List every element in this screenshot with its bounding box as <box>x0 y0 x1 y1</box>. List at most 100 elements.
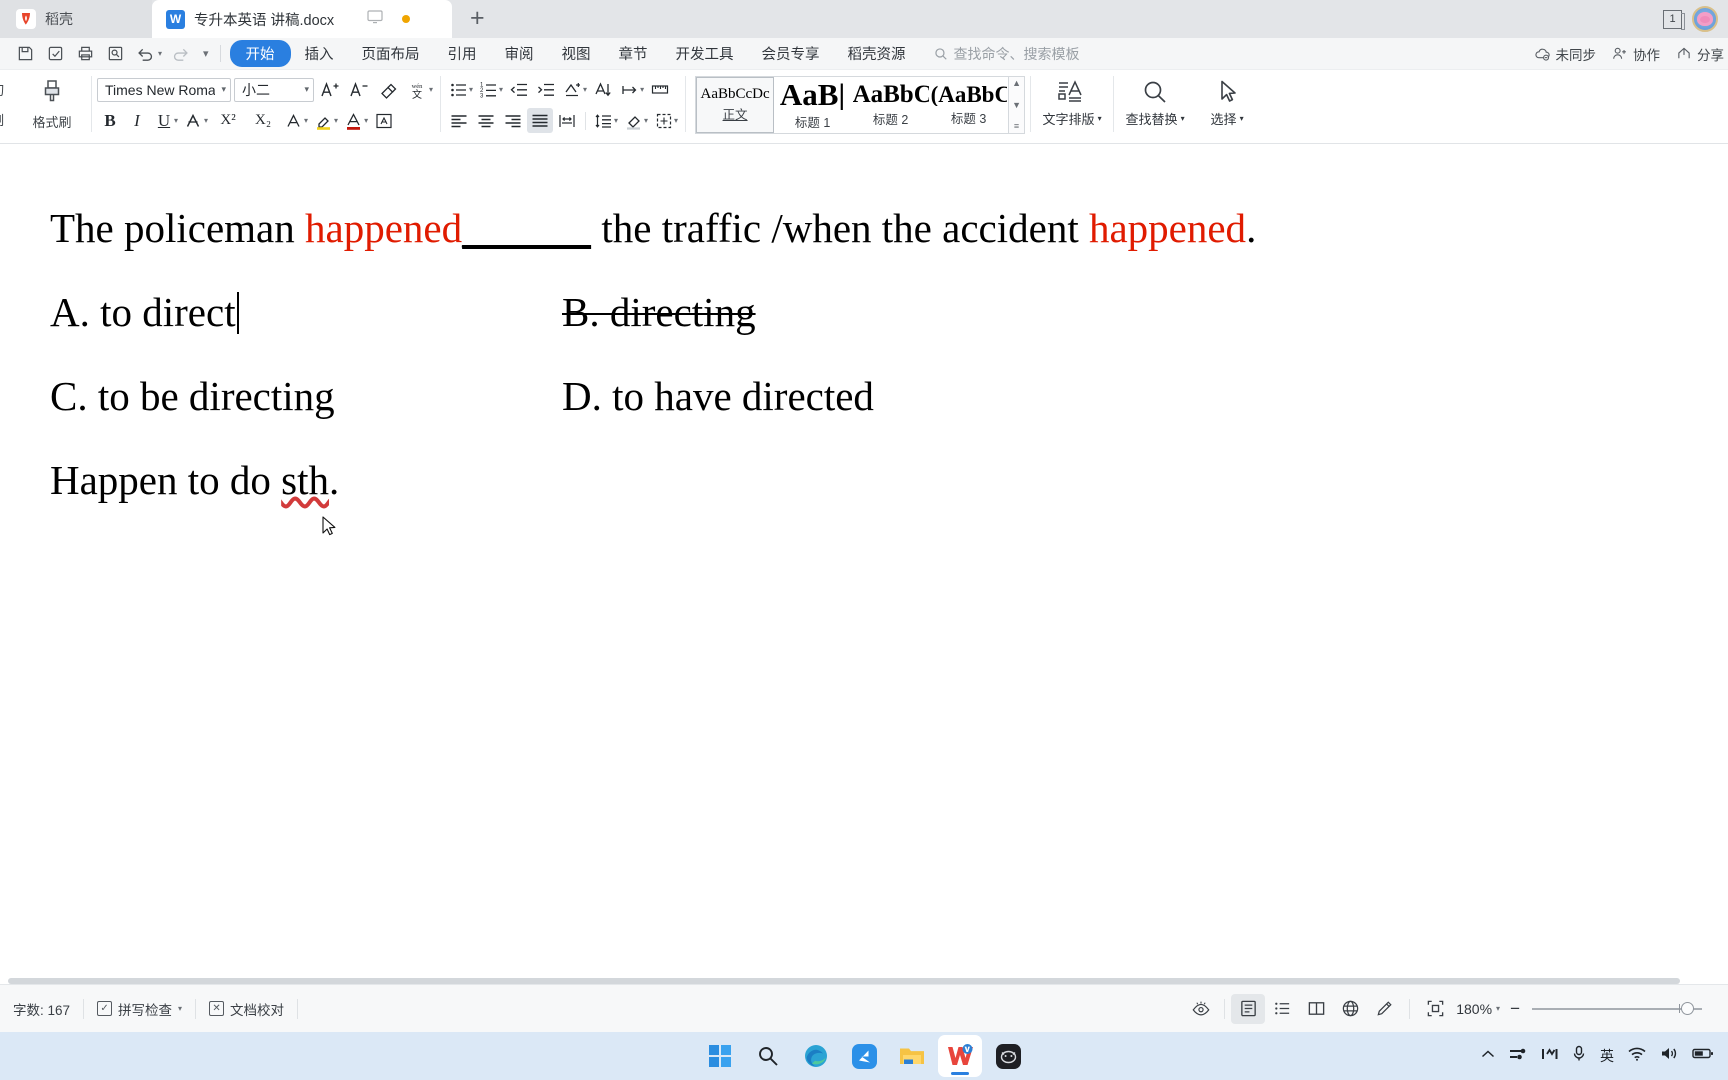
horizontal-scrollbar[interactable] <box>0 976 1728 985</box>
spell-check-caret[interactable]: ▾ <box>178 1004 182 1013</box>
collaborate-button[interactable]: 协作 <box>1612 44 1660 64</box>
command-search[interactable]: 查找命令、搜索模板 <box>934 44 1080 64</box>
zoom-out-button[interactable]: − <box>1508 999 1522 1019</box>
edit-pen-icon[interactable] <box>1367 994 1401 1024</box>
new-tab-button[interactable]: + <box>452 0 503 38</box>
sync-status-button[interactable]: 未同步 <box>1534 44 1596 64</box>
tab-review[interactable]: 审阅 <box>491 40 548 67</box>
pinyin-caret[interactable]: ▾ <box>429 85 433 94</box>
numbered-caret[interactable]: ▾ <box>499 85 503 94</box>
distribute-button[interactable] <box>554 108 580 133</box>
zoom-slider-knob[interactable] <box>1681 1001 1694 1015</box>
file-explorer[interactable] <box>890 1035 934 1077</box>
clear-format-icon[interactable] <box>375 77 401 102</box>
tray-battery-icon[interactable] <box>1692 1047 1714 1065</box>
spell-check-item[interactable]: ✓ 拼写检查 ▾ <box>84 998 195 1020</box>
subscript-button[interactable]: X₂ <box>246 108 280 133</box>
styles-expand-icon[interactable]: ≡ <box>1014 122 1019 131</box>
style-heading-1[interactable]: AaB| 标题 1 <box>774 77 852 133</box>
search-button[interactable] <box>746 1035 790 1077</box>
document-canvas[interactable]: The policeman happened______ the traffic… <box>0 146 1728 984</box>
increase-font-size-icon[interactable] <box>317 77 343 102</box>
horizontal-scrollbar-thumb[interactable] <box>8 978 1680 984</box>
tab-view[interactable]: 视图 <box>548 40 605 67</box>
edge-browser[interactable] <box>794 1035 838 1077</box>
fit-page-icon[interactable] <box>1418 994 1452 1024</box>
web-view-icon[interactable] <box>1333 994 1367 1024</box>
style-heading-2[interactable]: AaBbC 标题 2 <box>852 77 930 133</box>
tab-insert[interactable]: 插入 <box>291 40 348 67</box>
redo-icon[interactable] <box>167 41 194 67</box>
ime-language-indicator[interactable]: 英 <box>1600 1046 1614 1066</box>
document-tab[interactable]: W 专升本英语 讲稿.docx <box>152 0 452 38</box>
tab-references[interactable]: 引用 <box>434 40 491 67</box>
tab-section[interactable]: 章节 <box>605 40 662 67</box>
style-heading-3[interactable]: (AaBbC 标题 3 <box>930 77 1008 133</box>
borders-caret[interactable]: ▾ <box>674 116 678 125</box>
increase-indent-button[interactable] <box>533 77 559 102</box>
share-button[interactable]: 分享 <box>1676 44 1724 64</box>
document-page[interactable]: The policeman happened______ the traffic… <box>0 146 1728 522</box>
tray-microphone-icon[interactable] <box>1572 1045 1586 1067</box>
align-right-button[interactable] <box>500 108 526 133</box>
pinyin-guide-icon[interactable]: wén 文 <box>404 77 430 102</box>
sort-button[interactable] <box>590 77 616 102</box>
tray-signal-icon[interactable] <box>1541 1047 1558 1066</box>
styles-scroll-down-icon[interactable]: ▼ <box>1012 100 1021 110</box>
print-icon[interactable] <box>72 41 99 67</box>
page-view-icon[interactable] <box>1231 993 1266 1024</box>
bullet-caret[interactable]: ▾ <box>469 85 473 94</box>
print-preview-icon[interactable] <box>102 41 129 67</box>
bold-button[interactable]: B <box>97 108 123 133</box>
align-justify-button[interactable] <box>527 108 554 133</box>
qat-more-caret[interactable]: ▾ <box>203 47 209 60</box>
cut-label[interactable]: 剪切 <box>0 76 4 106</box>
style-body-text[interactable]: AaBbCcDc 正文 <box>696 77 775 133</box>
word-count-item[interactable]: 字数: 167 <box>0 998 83 1020</box>
save-as-cloud-icon[interactable] <box>42 41 69 67</box>
line-spacing-caret[interactable]: ▾ <box>614 116 618 125</box>
outline-view-icon[interactable] <box>1265 994 1299 1024</box>
user-avatar[interactable] <box>1692 6 1718 32</box>
tab-docer-resources[interactable]: 稻壳资源 <box>834 40 920 67</box>
tab-member-exclusive[interactable]: 会员专享 <box>748 40 834 67</box>
tab-developer-tools[interactable]: 开发工具 <box>662 40 748 67</box>
tab-start[interactable]: 开始 <box>229 40 291 67</box>
text-effects-caret[interactable]: ▾ <box>304 116 308 125</box>
book-view-icon[interactable] <box>1299 994 1333 1024</box>
tray-volume-icon[interactable] <box>1660 1046 1678 1066</box>
typography-button[interactable]: 文字排版 ▾ <box>1036 70 1108 128</box>
font-color-caret[interactable]: ▾ <box>364 116 368 125</box>
save-icon[interactable] <box>12 41 39 67</box>
tray-chevron-up-icon[interactable] <box>1481 1047 1495 1065</box>
start-button[interactable] <box>698 1035 742 1077</box>
shading-caret[interactable]: ▾ <box>644 116 648 125</box>
superscript-button[interactable]: X² <box>211 108 245 133</box>
align-center-button[interactable] <box>473 108 499 133</box>
zoom-caret[interactable]: ▾ <box>1496 1004 1500 1013</box>
font-size-combo[interactable]: 小二 ▾ <box>234 77 314 102</box>
undo-dropdown-caret[interactable]: ▾ <box>158 49 162 58</box>
align-left-button[interactable] <box>446 108 472 133</box>
styles-scroll-controls[interactable]: ▲ ▼ ≡ <box>1008 77 1025 133</box>
character-border-button[interactable] <box>371 108 397 133</box>
decrease-font-size-icon[interactable] <box>346 77 372 102</box>
eye-preview-icon[interactable] <box>1184 994 1218 1024</box>
tab-page-layout[interactable]: 页面布局 <box>348 40 434 67</box>
strikethrough-caret[interactable]: ▾ <box>204 116 208 125</box>
dark-app[interactable] <box>986 1035 1030 1077</box>
highlight-caret[interactable]: ▾ <box>334 116 338 125</box>
italic-button[interactable]: I <box>124 108 150 133</box>
tray-network-settings-icon[interactable] <box>1509 1047 1527 1066</box>
format-painter-button[interactable]: 格式刷 <box>26 76 78 131</box>
find-replace-button[interactable]: 查找替换 ▾ <box>1119 70 1191 128</box>
window-count-badge[interactable]: 1 <box>1663 9 1685 30</box>
undo-icon[interactable] <box>132 41 159 67</box>
formatting-marks-caret[interactable]: ▾ <box>640 85 644 94</box>
select-button[interactable]: 选择 ▾ <box>1191 70 1263 128</box>
zoom-level-label[interactable]: 180% <box>1452 1001 1496 1017</box>
decrease-indent-button[interactable] <box>506 77 532 102</box>
tray-wifi-icon[interactable] <box>1628 1047 1646 1066</box>
multilevel-caret[interactable]: ▾ <box>583 85 587 94</box>
wps-office[interactable] <box>938 1035 982 1077</box>
